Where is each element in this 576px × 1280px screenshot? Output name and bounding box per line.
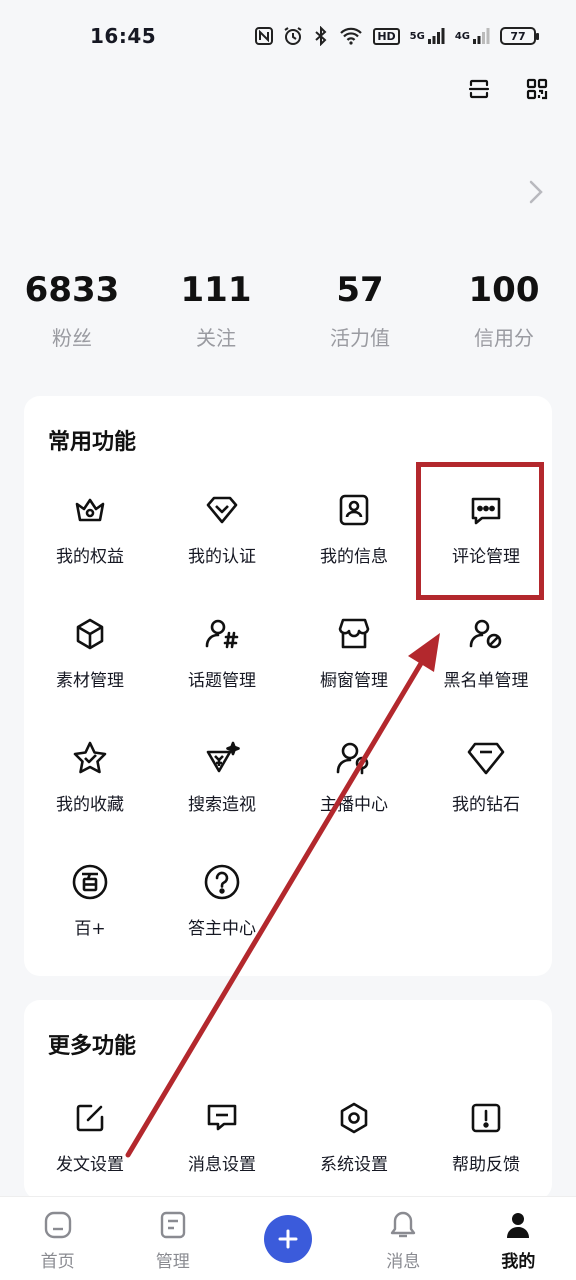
tab-me[interactable]: 我的 <box>461 1197 576 1280</box>
tab-label: 消息 <box>386 1252 421 1272</box>
wifi-icon <box>339 27 363 45</box>
alert-square-icon <box>466 1098 506 1138</box>
tile-label: 橱窗管理 <box>320 671 388 691</box>
stat-following[interactable]: 111 关注 <box>144 268 288 351</box>
star-check-icon <box>70 738 110 778</box>
section-title: 更多功能 <box>48 1034 137 1059</box>
tile-topic-management[interactable]: 话题管理 <box>156 610 288 734</box>
tile-bai-plus[interactable]: 百+ <box>24 858 156 982</box>
bell-icon <box>387 1209 419 1241</box>
stat-label: 粉丝 <box>52 326 92 350</box>
signal-4g-icon: 4G <box>455 28 490 44</box>
signal-5g-icon: 5G <box>410 28 445 44</box>
tab-manage[interactable]: 管理 <box>115 1197 230 1280</box>
tile-my-info[interactable]: 我的信息 <box>288 486 420 610</box>
user-blocked-icon <box>466 614 506 654</box>
stat-label: 活力值 <box>330 326 390 350</box>
storefront-icon <box>334 614 374 654</box>
tab-messages[interactable]: 消息 <box>346 1197 461 1280</box>
tile-my-verification[interactable]: 我的认证 <box>156 486 288 610</box>
tile-label: 我的收藏 <box>56 795 124 815</box>
tab-label: 管理 <box>155 1252 190 1272</box>
tab-label: 我的 <box>501 1252 536 1272</box>
stat-label: 关注 <box>196 326 236 350</box>
qr-code-icon[interactable] <box>522 74 552 104</box>
plus-icon <box>264 1215 312 1263</box>
tile-label: 黑名单管理 <box>443 671 529 691</box>
comment-icon <box>466 490 506 530</box>
nfc-icon <box>255 27 274 45</box>
tile-my-favorites[interactable]: 我的收藏 <box>24 734 156 858</box>
verified-badge-icon <box>202 490 242 530</box>
tile-showcase-management[interactable]: 橱窗管理 <box>288 610 420 734</box>
tab-home[interactable]: 首页 <box>0 1197 115 1280</box>
tile-label: 话题管理 <box>188 671 256 691</box>
stat-label: 信用分 <box>474 326 534 350</box>
user-icon <box>502 1209 534 1241</box>
bottom-tab-bar: 首页 管理 消息 我的 <box>0 1196 576 1280</box>
stat-value: 111 <box>180 270 252 310</box>
stat-value: 57 <box>336 270 384 310</box>
user-hashtag-icon <box>202 614 242 654</box>
tile-label: 我的信息 <box>320 547 388 567</box>
stat-value: 6833 <box>24 270 120 310</box>
common-functions-grid: 我的权益 我的认证 我的信息 评论管理 素材管理 话题管理 橱窗管理 黑名单管理… <box>24 486 552 982</box>
tab-label: 首页 <box>40 1252 75 1272</box>
stat-followers[interactable]: 6833 粉丝 <box>0 268 144 351</box>
tile-label: 我的认证 <box>188 547 256 567</box>
diamond-icon <box>466 738 506 778</box>
tile-label: 我的钻石 <box>452 795 520 815</box>
tile-label: 搜索造视 <box>188 795 256 815</box>
tile-my-diamonds[interactable]: 我的钻石 <box>420 734 552 858</box>
tile-material-management[interactable]: 素材管理 <box>24 610 156 734</box>
tile-label: 系统设置 <box>320 1155 388 1175</box>
hd-icon: HD <box>373 27 400 45</box>
more-functions-card: 更多功能 发文设置 消息设置 系统设置 帮助反馈 <box>24 1000 552 1200</box>
tile-my-benefits[interactable]: 我的权益 <box>24 486 156 610</box>
profile-stats: 6833 粉丝 111 关注 57 活力值 100 信用分 <box>0 268 576 351</box>
crown-icon <box>70 490 110 530</box>
profile-card-icon <box>334 490 374 530</box>
alarm-icon <box>283 26 303 46</box>
stat-credit[interactable]: 100 信用分 <box>432 268 576 351</box>
cube-icon <box>70 614 110 654</box>
tile-answerer-center[interactable]: 答主中心 <box>156 858 288 982</box>
status-time: 16:45 <box>90 24 157 48</box>
edit-square-icon <box>70 1098 110 1138</box>
tile-comment-management[interactable]: 评论管理 <box>420 486 552 610</box>
bai-plus-icon <box>70 862 110 902</box>
bluetooth-icon <box>313 26 329 46</box>
tile-label: 评论管理 <box>452 547 520 567</box>
tile-streamer-center[interactable]: 主播中心 <box>288 734 420 858</box>
manage-icon <box>157 1209 189 1241</box>
scan-icon[interactable] <box>464 74 494 104</box>
streamer-mic-icon <box>334 738 374 778</box>
sparkle-yuan-icon <box>202 738 242 778</box>
tab-create[interactable] <box>230 1197 345 1280</box>
question-circle-icon <box>202 862 242 902</box>
message-box-icon <box>202 1098 242 1138</box>
tile-search-insight[interactable]: 搜索造视 <box>156 734 288 858</box>
hex-settings-icon <box>334 1098 374 1138</box>
tile-label: 答主中心 <box>188 919 256 939</box>
common-functions-card: 常用功能 我的权益 我的认证 我的信息 评论管理 素材管理 话题管理 橱窗管理 … <box>24 396 552 976</box>
tile-label: 主播中心 <box>320 795 388 815</box>
home-icon <box>42 1209 74 1241</box>
section-title: 常用功能 <box>48 430 137 455</box>
tile-blacklist-management[interactable]: 黑名单管理 <box>420 610 552 734</box>
tile-label: 消息设置 <box>188 1155 256 1175</box>
stat-value: 100 <box>468 270 540 310</box>
tile-label: 我的权益 <box>56 547 124 567</box>
tile-label: 百+ <box>74 919 106 939</box>
stat-vitality[interactable]: 57 活力值 <box>288 268 432 351</box>
status-bar: 16:45 HD 5G 4G 77 <box>0 0 576 72</box>
tile-label: 帮助反馈 <box>452 1155 520 1175</box>
profile-chevron-icon[interactable] <box>526 178 546 206</box>
tile-label: 素材管理 <box>56 671 124 691</box>
tile-label: 发文设置 <box>56 1155 124 1175</box>
status-icons: HD 5G 4G 77 <box>255 26 539 46</box>
battery-icon: 77 <box>500 27 539 45</box>
header-actions <box>464 74 552 104</box>
